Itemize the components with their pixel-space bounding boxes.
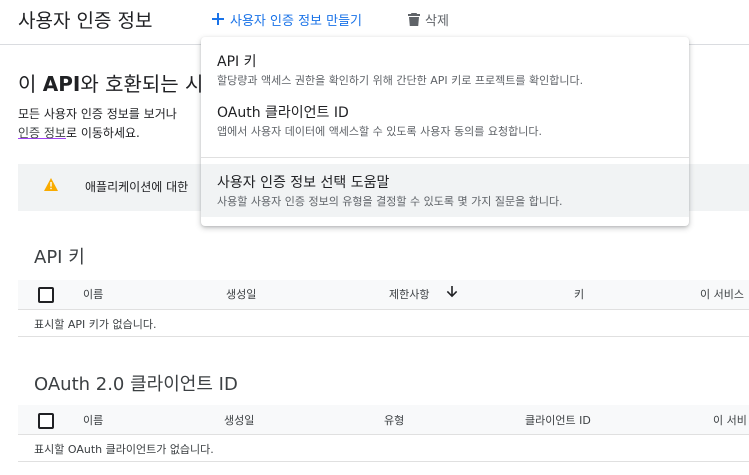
description-line1: 모든 사용자 인증 정보를 보거나 bbox=[18, 107, 177, 121]
column-header-name[interactable]: 이름 bbox=[83, 412, 103, 428]
warning-text: 애플리케이션에 대한 bbox=[85, 180, 189, 194]
create-credentials-menu: API 키 할당량과 액세스 권한을 확인하기 위해 간단한 API 키로 프로… bbox=[201, 37, 689, 226]
credentials-link[interactable]: 인증 정보 bbox=[18, 126, 66, 140]
menu-item-title: OAuth 클라이언트 ID bbox=[217, 105, 349, 121]
column-header-created[interactable]: 생성일 bbox=[224, 412, 254, 428]
api-keys-title: API 키 bbox=[34, 247, 85, 268]
api-keys-table-header bbox=[18, 280, 749, 310]
api-keys-empty-message: 표시할 API 키가 없습니다. bbox=[34, 318, 157, 331]
api-compat-heading: 이 API와 호환되는 시 bbox=[18, 72, 204, 96]
row-divider bbox=[18, 461, 749, 462]
menu-item-description: 사용할 사용자 인증 정보의 유형을 결정할 수 있도록 몇 가지 질문을 합니… bbox=[217, 195, 563, 208]
delete-label: 삭제 bbox=[425, 13, 449, 29]
create-credentials-label: 사용자 인증 정보 만들기 bbox=[230, 13, 362, 29]
menu-item-help-me-choose[interactable]: 사용자 인증 정보 선택 도움말 사용할 사용자 인증 정보의 유형을 결정할 … bbox=[201, 164, 689, 217]
menu-item-oauth-client-id[interactable]: OAuth 클라이언트 ID 앱에서 사용자 데이터에 액세스할 수 있도록 사… bbox=[201, 95, 689, 143]
menu-item-title: 사용자 인증 정보 선택 도움말 bbox=[217, 175, 390, 191]
trash-icon bbox=[408, 12, 420, 26]
menu-item-description: 할당량과 액세스 권한을 확인하기 위해 간단한 API 키로 프로젝트를 확인… bbox=[217, 74, 584, 87]
delete-button[interactable]: 삭제 bbox=[408, 8, 449, 30]
menu-divider bbox=[201, 157, 689, 158]
page-title: 사용자 인증 정보 bbox=[18, 10, 153, 32]
column-header-restrictions[interactable]: 제한사항 bbox=[389, 286, 429, 302]
row-divider bbox=[18, 336, 749, 337]
menu-item-title: API 키 bbox=[217, 54, 257, 70]
warning-icon bbox=[44, 178, 58, 191]
menu-item-api-key[interactable]: API 키 할당량과 액세스 권한을 확인하기 위해 간단한 API 키로 프로… bbox=[201, 44, 689, 92]
oauth-empty-message: 표시할 OAuth 클라이언트가 없습니다. bbox=[34, 443, 214, 456]
oauth-select-all-checkbox[interactable] bbox=[38, 413, 54, 429]
menu-item-description: 앱에서 사용자 데이터에 액세스할 수 있도록 사용자 동의를 요청합니다. bbox=[217, 125, 542, 138]
column-header-this-service[interactable]: 이 서비스 bbox=[700, 286, 744, 302]
column-header-client-id[interactable]: 클라이언트 ID bbox=[525, 412, 591, 428]
column-header-created[interactable]: 생성일 bbox=[226, 286, 256, 302]
description-line2: 인증 정보로 이동하세요. bbox=[18, 126, 140, 140]
column-header-name[interactable]: 이름 bbox=[83, 286, 103, 302]
create-credentials-button[interactable]: 사용자 인증 정보 만들기 bbox=[212, 8, 362, 30]
column-header-key[interactable]: 키 bbox=[574, 286, 584, 302]
column-header-this-service[interactable]: 이 서비 bbox=[713, 412, 747, 428]
plus-icon bbox=[212, 13, 224, 25]
oauth-title: OAuth 2.0 클라이언트 ID bbox=[34, 374, 238, 395]
api-keys-select-all-checkbox[interactable] bbox=[38, 287, 54, 303]
column-header-type[interactable]: 유형 bbox=[384, 412, 404, 428]
arrow-down-icon[interactable] bbox=[446, 286, 458, 298]
